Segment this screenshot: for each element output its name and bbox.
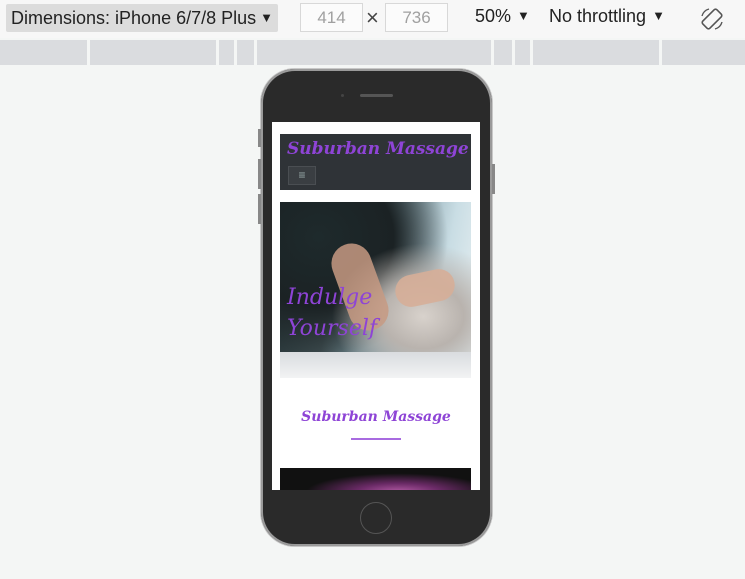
home-button[interactable]: [360, 502, 392, 534]
site-header: Suburban Massage ≡: [280, 134, 471, 190]
phone-frame: Suburban Massage ≡ Indulge Yourself Subu…: [258, 69, 495, 546]
ruler-tick: [530, 40, 533, 65]
chevron-down-icon: ▼: [260, 10, 273, 25]
throttling-select[interactable]: No throttling ▼: [549, 6, 665, 27]
ruler-tick: [234, 40, 237, 65]
ruler-tick: [491, 40, 494, 65]
section-title: Suburban Massage: [301, 409, 451, 425]
phone-side-button: [258, 159, 261, 189]
device-dimensions-select[interactable]: Dimensions: iPhone 6/7/8 Plus ▼: [6, 4, 278, 32]
phone-camera: [341, 94, 344, 97]
hero-image: Indulge Yourself: [280, 202, 471, 378]
hamburger-menu-icon[interactable]: ≡: [288, 166, 316, 185]
device-dimensions-label: Dimensions: iPhone 6/7/8 Plus: [11, 8, 257, 28]
orchid-image: [280, 468, 471, 490]
chevron-down-icon: ▼: [517, 8, 530, 23]
hero-heading: Indulge Yourself: [287, 282, 377, 344]
zoom-select[interactable]: 50% ▼: [475, 6, 530, 27]
height-input[interactable]: 736: [385, 3, 448, 32]
hero-heading-line1: Indulge: [287, 285, 373, 310]
chevron-down-icon: ▼: [652, 8, 665, 23]
width-input[interactable]: 414: [300, 3, 363, 32]
hero-heading-line2: Yourself: [287, 316, 378, 341]
site-title[interactable]: Suburban Massage: [287, 139, 469, 159]
ruler-tick: [254, 40, 257, 65]
phone-earpiece: [360, 94, 393, 97]
media-query-ruler[interactable]: [0, 40, 745, 65]
phone-side-button: [492, 164, 495, 194]
device-viewport[interactable]: Suburban Massage ≡ Indulge Yourself Subu…: [272, 122, 480, 490]
hero-image-detail: [280, 352, 471, 378]
section-divider: [351, 438, 401, 440]
ruler-tick: [216, 40, 219, 65]
times-icon: ×: [366, 5, 379, 30]
zoom-value: 50%: [475, 6, 512, 26]
phone-side-button: [258, 129, 261, 147]
phone-side-button: [258, 194, 261, 224]
devtools-toolbar: Dimensions: iPhone 6/7/8 Plus ▼ 414 × 73…: [0, 0, 745, 38]
throttling-value: No throttling: [549, 6, 647, 26]
ruler-tick: [512, 40, 515, 65]
hero-image-detail: [392, 266, 458, 310]
ruler-tick: [659, 40, 662, 65]
ruler-tick: [87, 40, 90, 65]
rotate-device-icon[interactable]: [699, 6, 725, 32]
